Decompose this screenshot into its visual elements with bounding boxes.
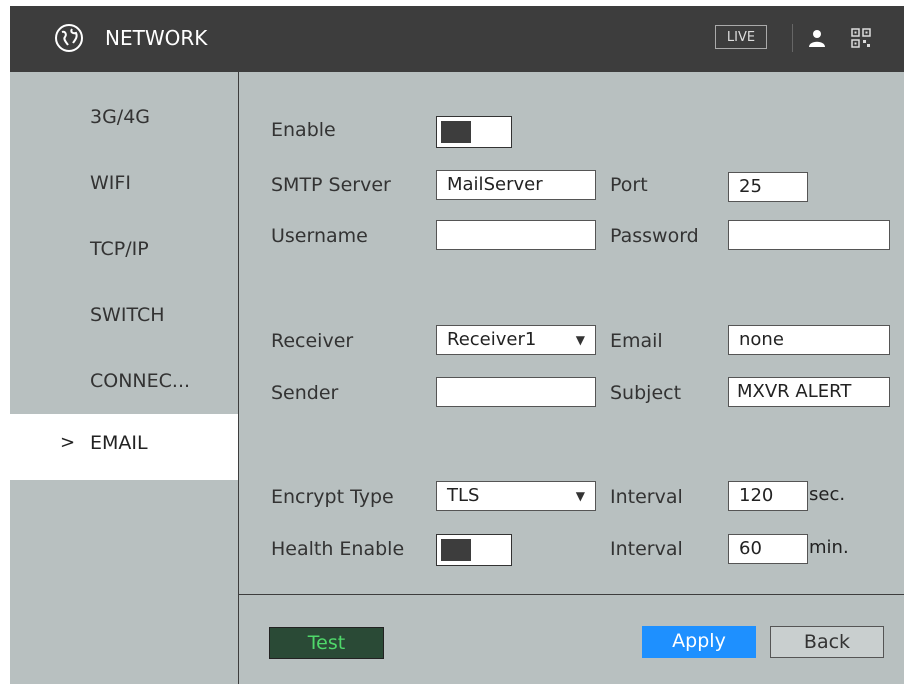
sidebar-item-wifi[interactable]: WIFI <box>10 154 238 220</box>
email-label: Email <box>610 330 663 352</box>
sidebar: 3G/4G WIFI TCP/IP SWITCH CONNEC... > EMA… <box>10 72 238 684</box>
receiver-select-value: Receiver1 <box>447 329 537 350</box>
port-label: Port <box>610 174 648 196</box>
enable-label: Enable <box>271 119 336 141</box>
sidebar-item-label: 3G/4G <box>90 106 151 128</box>
header-divider <box>792 24 793 52</box>
toggle-knob <box>441 539 471 561</box>
qr-code-icon[interactable] <box>851 28 871 48</box>
interval-label: Interval <box>610 486 683 508</box>
health-enable-label: Health Enable <box>271 538 405 560</box>
smtp-server-input[interactable]: MailServer <box>436 170 596 200</box>
globe-icon <box>55 24 83 52</box>
user-icon[interactable] <box>808 28 826 48</box>
footer-divider <box>239 594 904 595</box>
username-label: Username <box>271 225 368 247</box>
dropdown-arrow-icon: ▼ <box>575 333 585 347</box>
health-interval-input[interactable]: 60 <box>728 534 808 564</box>
apply-button[interactable]: Apply <box>642 626 756 658</box>
health-enable-toggle[interactable] <box>436 534 512 566</box>
sidebar-item-label: WIFI <box>90 172 131 194</box>
enable-toggle[interactable] <box>436 116 512 148</box>
back-button[interactable]: Back <box>770 626 884 658</box>
sidebar-item-3g4g[interactable]: 3G/4G <box>10 88 238 154</box>
top-bar: NETWORK LIVE <box>10 6 904 72</box>
username-input[interactable] <box>436 220 596 250</box>
health-interval-label: Interval <box>610 538 683 560</box>
page-title: NETWORK <box>105 26 208 50</box>
sidebar-item-tcpip[interactable]: TCP/IP <box>10 220 238 286</box>
sidebar-item-label: CONNEC... <box>90 370 191 392</box>
sidebar-item-email[interactable]: > EMAIL <box>10 414 238 480</box>
sidebar-item-switch[interactable]: SWITCH <box>10 286 238 352</box>
live-button[interactable]: LIVE <box>715 25 767 49</box>
sender-label: Sender <box>271 382 339 404</box>
health-interval-unit: min. <box>809 537 849 558</box>
sidebar-item-label: EMAIL <box>90 432 148 454</box>
encrypt-type-select[interactable]: TLS ▼ <box>436 481 596 511</box>
encrypt-type-label: Encrypt Type <box>271 486 394 508</box>
port-input[interactable]: 25 <box>728 172 808 202</box>
email-input[interactable]: none <box>728 325 890 355</box>
toggle-knob <box>441 121 471 143</box>
sidebar-item-label: TCP/IP <box>90 238 149 260</box>
subject-label: Subject <box>610 382 682 404</box>
subject-input[interactable]: MXVR ALERT <box>728 377 890 407</box>
password-input[interactable] <box>728 220 890 250</box>
encrypt-type-select-value: TLS <box>447 485 480 506</box>
interval-input[interactable]: 120 <box>728 481 808 511</box>
password-label: Password <box>610 225 699 247</box>
sender-input[interactable] <box>436 377 596 407</box>
dropdown-arrow-icon: ▼ <box>575 489 585 503</box>
sidebar-item-label: SWITCH <box>90 304 165 326</box>
sidebar-item-connection[interactable]: CONNEC... <box>10 352 238 418</box>
receiver-label: Receiver <box>271 330 354 352</box>
smtp-server-label: SMTP Server <box>271 174 391 196</box>
test-button[interactable]: Test <box>269 627 384 659</box>
chevron-right-icon: > <box>60 432 76 453</box>
interval-unit: sec. <box>809 484 846 505</box>
receiver-select[interactable]: Receiver1 ▼ <box>436 325 596 355</box>
